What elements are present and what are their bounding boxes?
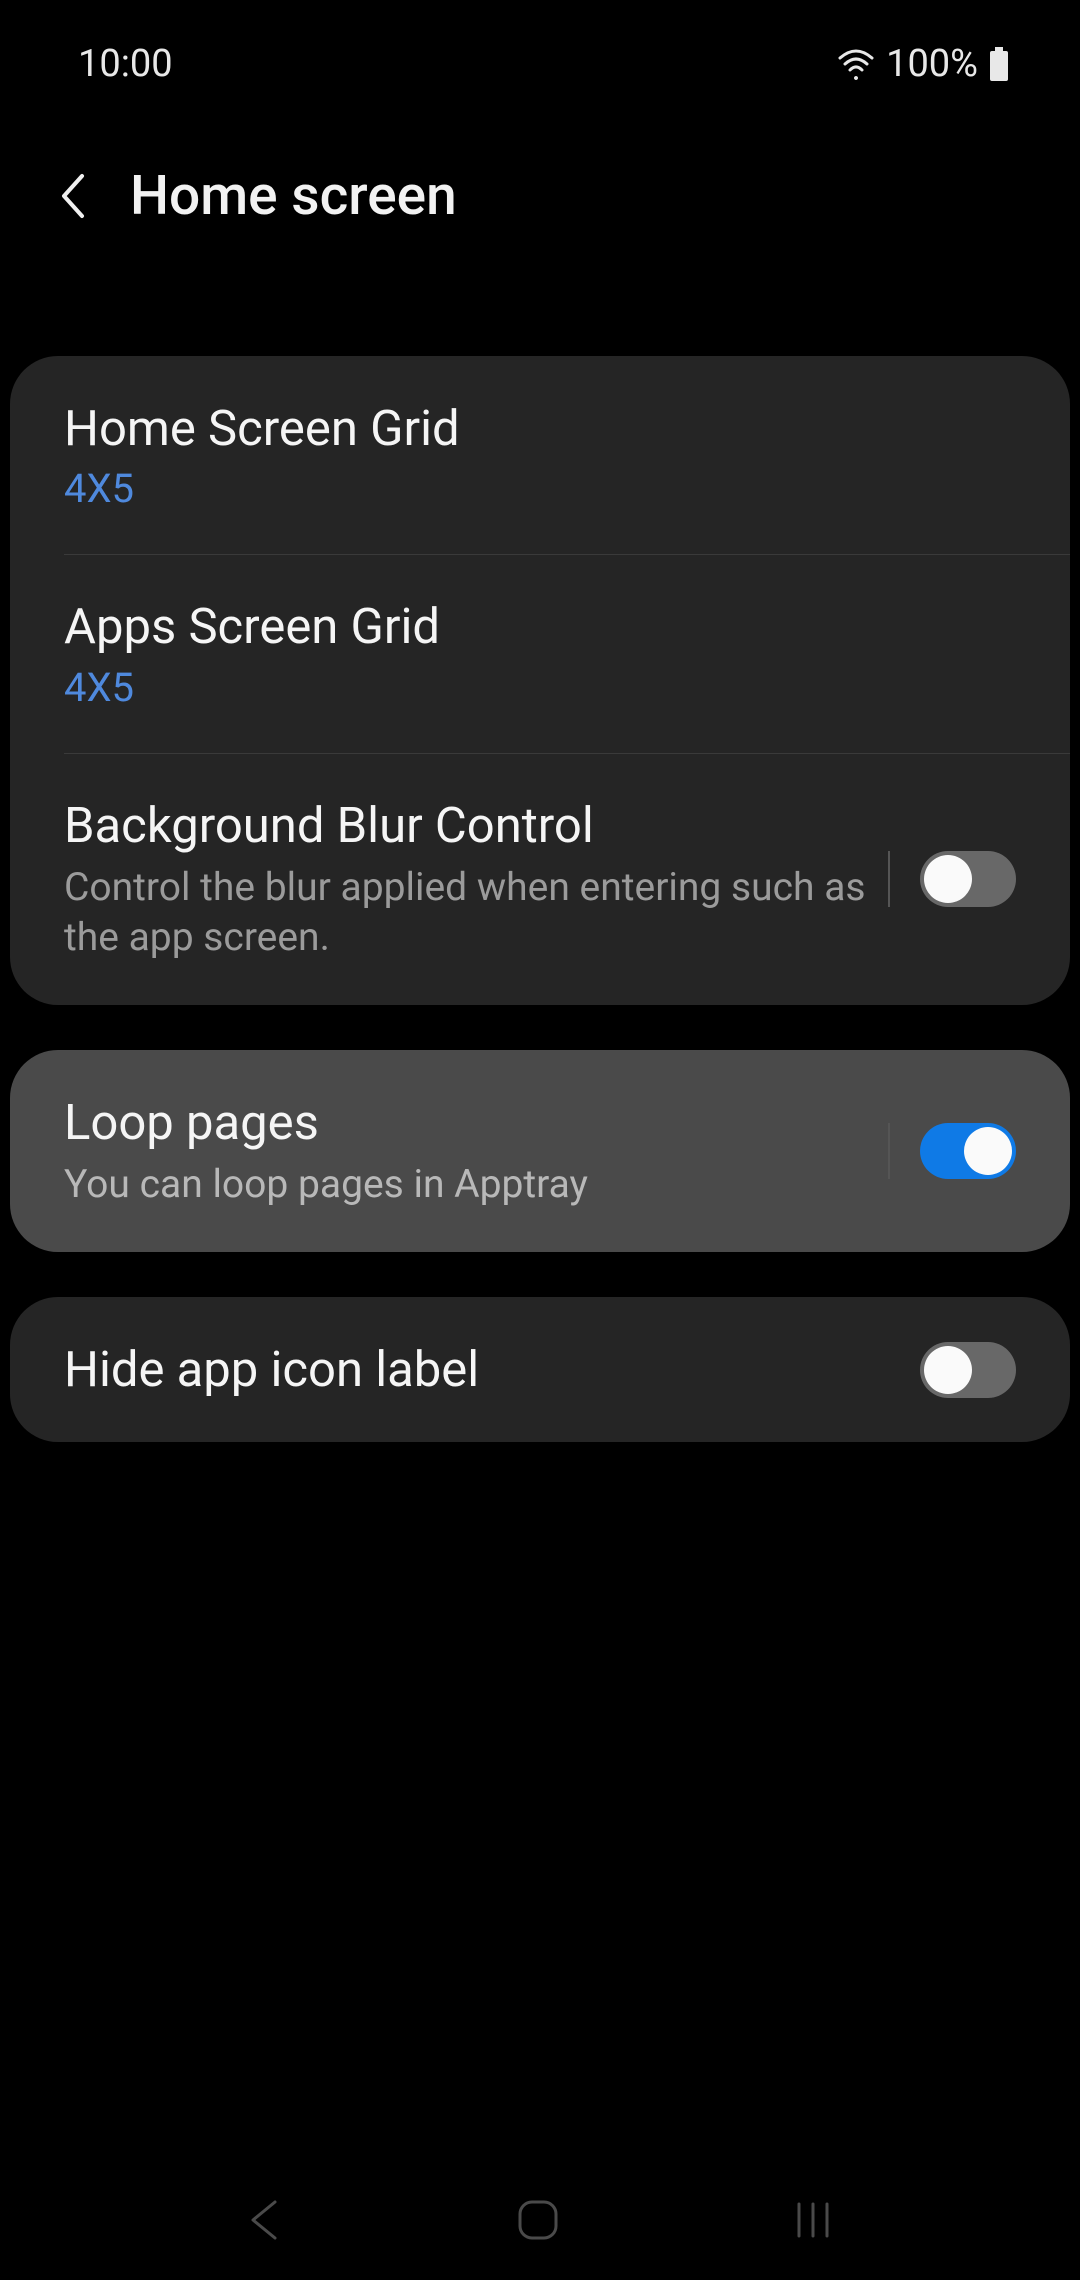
row-title: Hide app icon label [64, 1339, 900, 1400]
status-bar: 10:00 100% [0, 0, 1080, 86]
settings-card-loop: Loop pages You can loop pages in Apptray [10, 1050, 1070, 1252]
row-title: Home Screen Grid [64, 398, 996, 459]
row-hide-app-label[interactable]: Hide app icon label [10, 1297, 1070, 1442]
row-desc: You can loop pages in Apptray [64, 1159, 868, 1210]
settings-content: Home Screen Grid 4X5 Apps Screen Grid 4X… [0, 228, 1080, 1442]
nav-back-icon[interactable] [245, 2198, 285, 2242]
row-desc: Control the blur applied when entering s… [64, 862, 868, 963]
separator [888, 1123, 890, 1179]
toggle-hide-app-label[interactable] [920, 1342, 1016, 1398]
page-title: Home screen [130, 164, 457, 228]
separator [888, 851, 890, 907]
settings-card-grid: Home Screen Grid 4X5 Apps Screen Grid 4X… [10, 356, 1070, 1005]
row-value: 4X5 [64, 465, 996, 512]
nav-recents-icon[interactable] [791, 2200, 835, 2240]
header: Home screen [0, 86, 1080, 228]
status-time: 10:00 [78, 42, 173, 86]
navigation-bar [0, 2160, 1080, 2280]
toggle-background-blur[interactable] [920, 851, 1016, 907]
row-value: 4X5 [64, 664, 996, 711]
status-battery-text: 100% [886, 42, 978, 86]
row-title: Apps Screen Grid [64, 596, 996, 657]
row-loop-pages[interactable]: Loop pages You can loop pages in Apptray [10, 1050, 1070, 1252]
back-icon[interactable] [58, 172, 88, 220]
row-title: Loop pages [64, 1092, 868, 1153]
settings-card-hide-label: Hide app icon label [10, 1297, 1070, 1442]
battery-icon [988, 47, 1010, 81]
nav-home-icon[interactable] [514, 2196, 562, 2244]
row-title: Background Blur Control [64, 795, 868, 856]
row-home-grid[interactable]: Home Screen Grid 4X5 [10, 356, 1070, 554]
row-background-blur[interactable]: Background Blur Control Control the blur… [10, 753, 1070, 1006]
wifi-icon [836, 48, 876, 80]
status-right: 100% [836, 42, 1010, 86]
toggle-loop-pages[interactable] [920, 1123, 1016, 1179]
row-apps-grid[interactable]: Apps Screen Grid 4X5 [10, 554, 1070, 752]
